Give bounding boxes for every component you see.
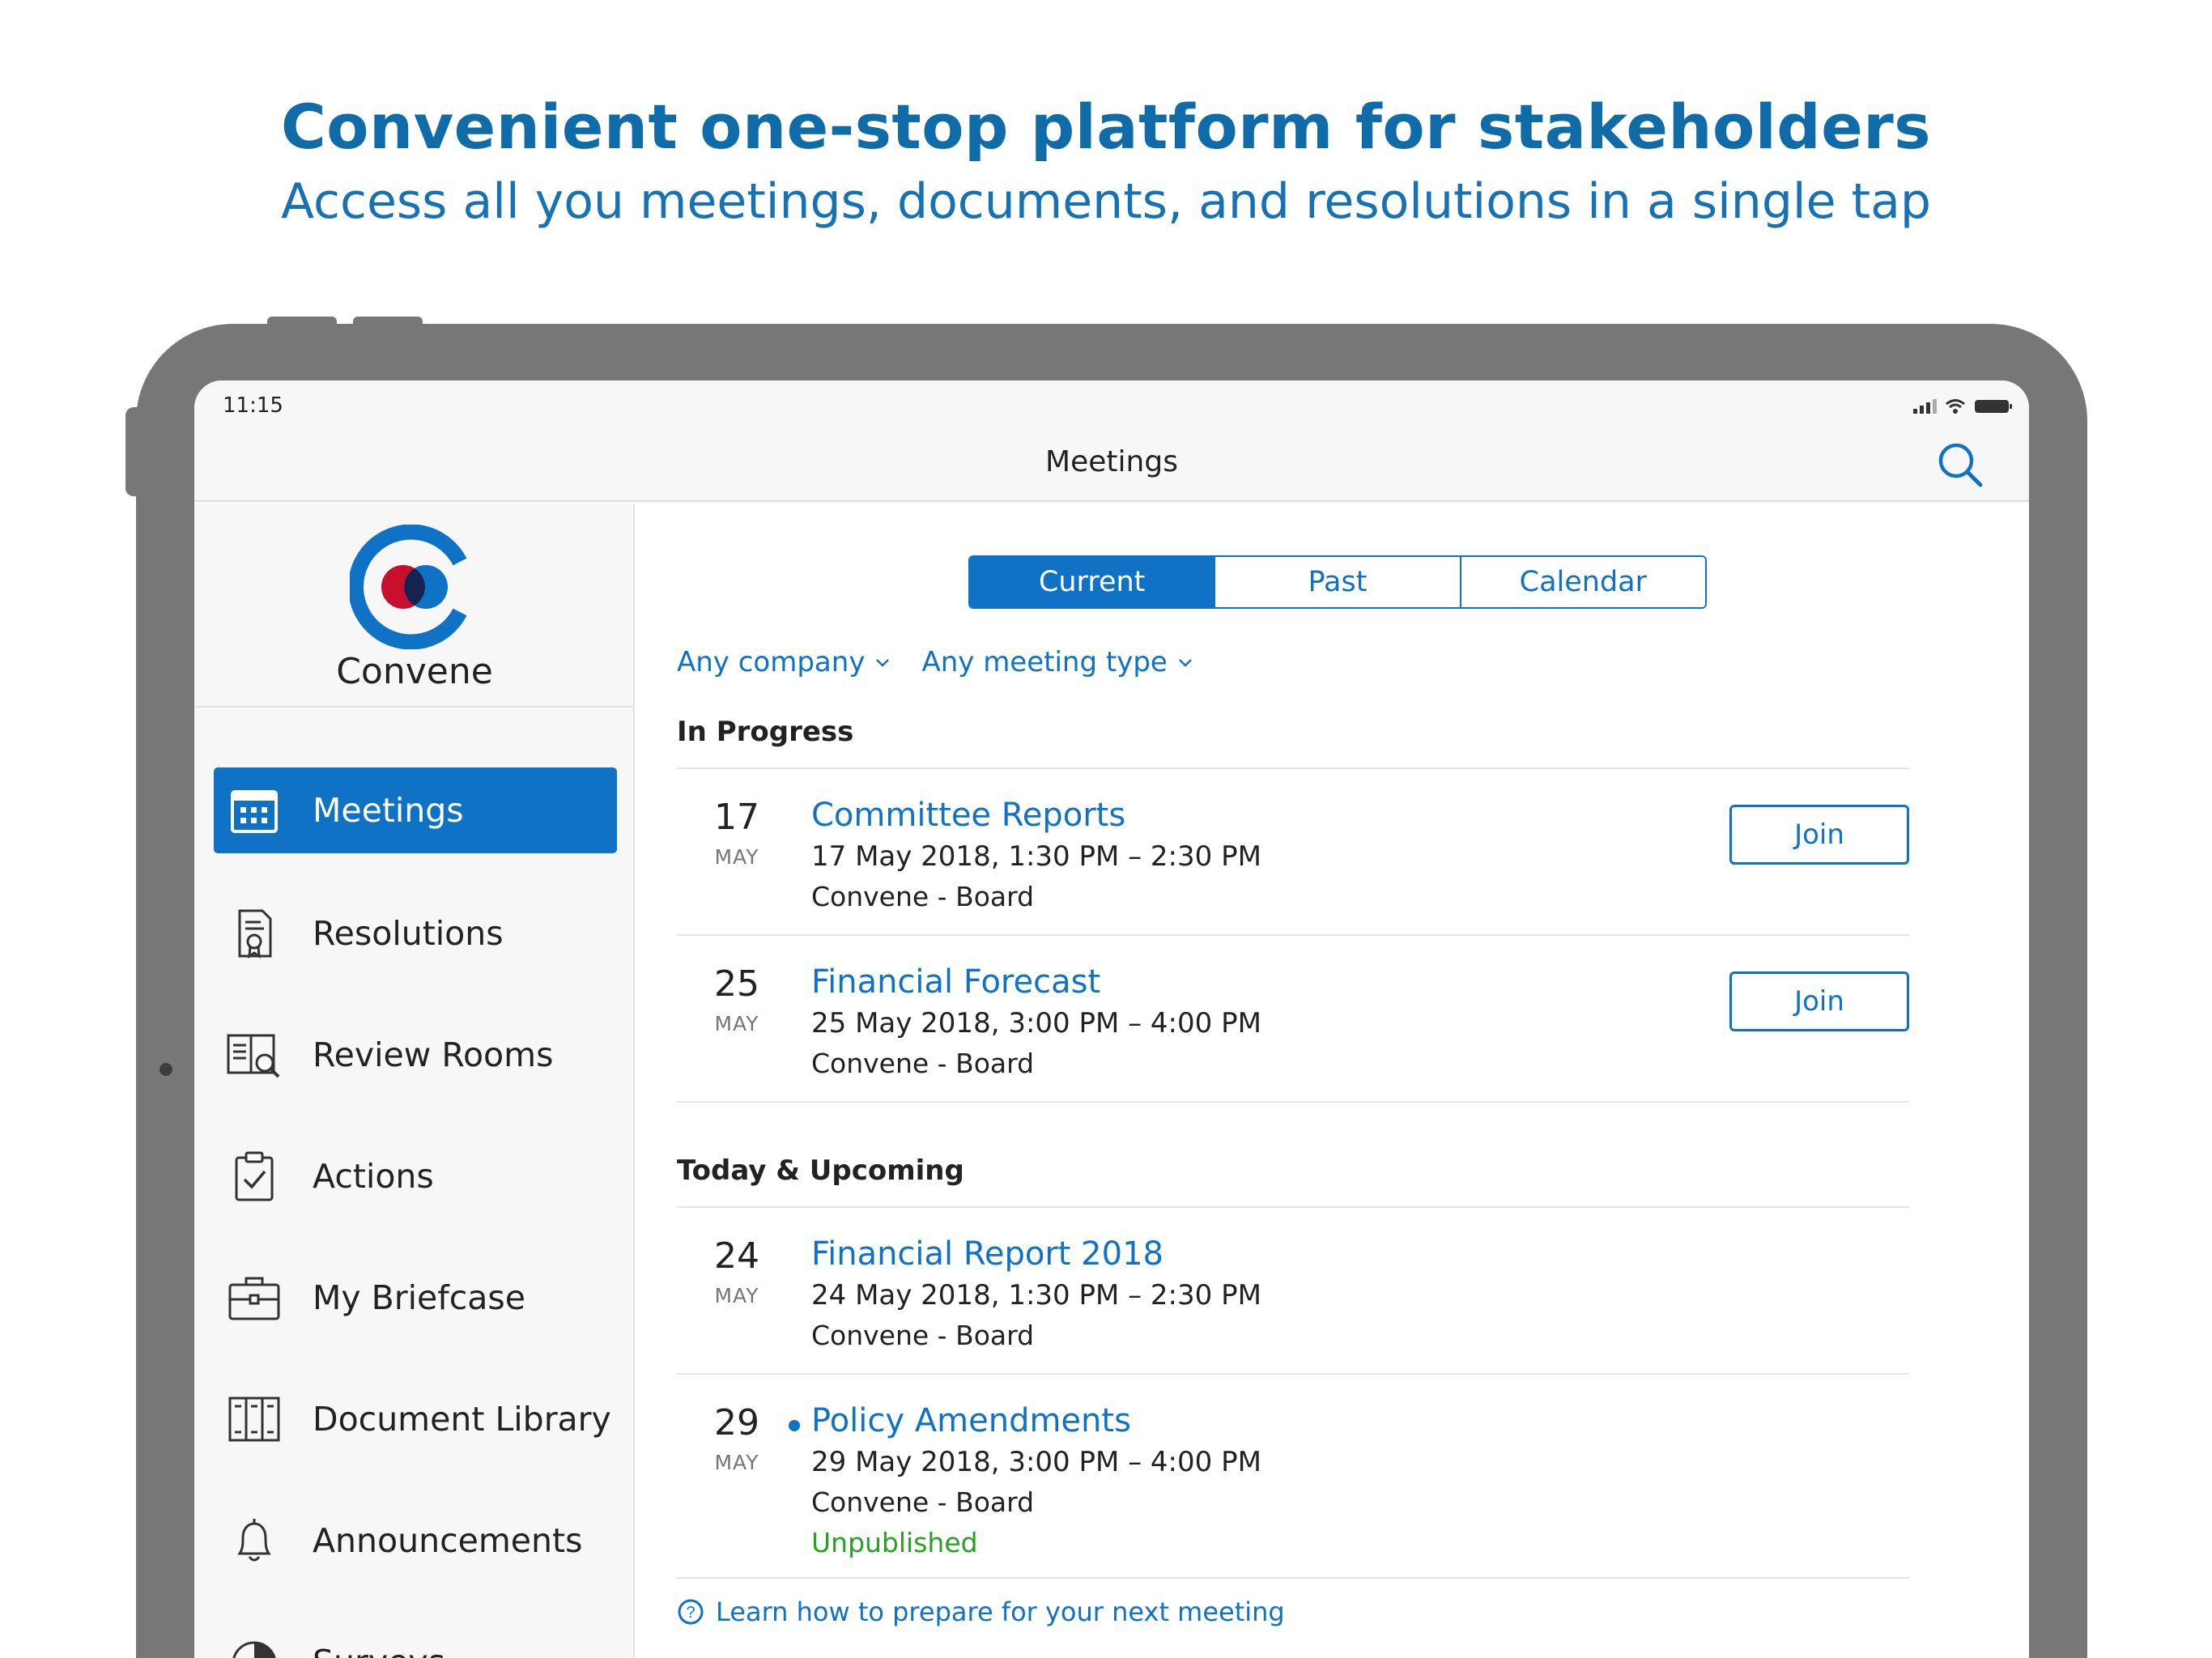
meeting-organization: Convene - Board	[811, 881, 1035, 912]
meeting-time: 17 May 2018, 1:30 PM – 2:30 PM	[811, 840, 1261, 873]
sidebar-item-review-rooms[interactable]: Review Rooms	[214, 1012, 617, 1098]
segment-past[interactable]: Past	[1215, 557, 1461, 607]
divider	[677, 767, 1909, 769]
sidebar-item-label: Actions	[313, 1157, 434, 1196]
meeting-status: Unpublished	[811, 1527, 978, 1558]
wifi-icon	[1946, 399, 1965, 414]
divider	[677, 1577, 1909, 1579]
meeting-day: 24	[714, 1235, 759, 1277]
sidebar-item-label: My Briefcase	[313, 1278, 525, 1317]
sidebar-item-label: Review Rooms	[313, 1035, 554, 1074]
meeting-month: MAY	[714, 1012, 759, 1035]
briefcase-icon	[225, 1269, 283, 1327]
company-filter-label: Any company	[677, 646, 866, 678]
meeting-time: 29 May 2018, 3:00 PM – 4:00 PM	[811, 1446, 1261, 1478]
meeting-month: MAY	[714, 1284, 759, 1307]
meeting-row[interactable]: 17 MAY Committee Reports 17 May 2018, 1:…	[677, 797, 1909, 934]
calendar-icon	[225, 781, 283, 840]
meeting-day: 29	[714, 1402, 759, 1443]
camera-dot	[160, 1063, 172, 1076]
meeting-row[interactable]: 29 MAY Policy Amendments 29 May 2018, 3:…	[677, 1402, 1909, 1572]
divider	[677, 1101, 1909, 1103]
search-icon[interactable]	[1936, 440, 1984, 489]
page-title: Meetings	[1045, 445, 1178, 478]
section-heading-in-progress: In Progress	[677, 716, 854, 748]
meeting-type-filter-label: Any meeting type	[921, 646, 1168, 678]
meeting-organization: Convene - Board	[811, 1048, 1035, 1079]
sidebar-item-label: Resolutions	[313, 914, 504, 953]
sidebar-item-label: Document Library	[313, 1400, 611, 1439]
meeting-title[interactable]: Financial Report 2018	[811, 1235, 1163, 1273]
section-heading-today-upcoming: Today & Upcoming	[677, 1154, 964, 1187]
hero-subtitle: Access all you meetings, documents, and …	[281, 173, 1931, 230]
battery-icon	[1975, 400, 2012, 413]
sidebar-item-label: Surveys	[313, 1643, 445, 1658]
join-button[interactable]: Join	[1729, 971, 1909, 1031]
sidebar-item-document-library[interactable]: Document Library	[214, 1376, 617, 1462]
meeting-day: 25	[714, 963, 759, 1005]
convene-logo	[350, 525, 467, 649]
bell-icon	[225, 1511, 283, 1570]
segment-calendar[interactable]: Calendar	[1461, 557, 1705, 607]
divider	[677, 1206, 1909, 1208]
filter-row: Any company Any meeting type	[677, 646, 1193, 678]
join-button[interactable]: Join	[1729, 805, 1909, 865]
unread-indicator-dot	[789, 1420, 800, 1431]
cellular-signal-icon	[1913, 399, 1937, 414]
sidebar: Convene Meetings Resolutions Review Room…	[194, 504, 635, 1658]
app-screen: 11:15 Meetings Convene Meetings Resoluti…	[194, 380, 2029, 1658]
sidebar-item-resolutions[interactable]: Resolutions	[214, 891, 617, 976]
meeting-day: 17	[714, 797, 759, 838]
meetings-panel: Current Past Calendar Any company Any me…	[636, 504, 2029, 1658]
status-icons	[1913, 398, 2013, 414]
meeting-title[interactable]: Financial Forecast	[811, 963, 1100, 1001]
meeting-time: 24 May 2018, 1:30 PM – 2:30 PM	[811, 1279, 1261, 1312]
meeting-title[interactable]: Policy Amendments	[811, 1402, 1131, 1439]
meeting-type-filter-dropdown[interactable]: Any meeting type	[921, 646, 1193, 678]
sidebar-item-meetings[interactable]: Meetings	[214, 767, 617, 853]
sidebar-item-actions[interactable]: Actions	[214, 1133, 617, 1219]
pie-chart-icon	[225, 1633, 283, 1658]
status-time: 11:15	[223, 393, 283, 418]
sidebar-divider	[194, 706, 635, 708]
sidebar-item-my-briefcase[interactable]: My Briefcase	[214, 1255, 617, 1341]
chevron-down-icon	[1178, 659, 1192, 667]
hero-title: Convenient one-stop platform for stakeho…	[281, 91, 1931, 163]
resolution-document-icon	[225, 904, 283, 963]
chevron-down-icon	[876, 659, 890, 667]
meeting-time: 25 May 2018, 3:00 PM – 4:00 PM	[811, 1007, 1261, 1039]
divider	[677, 1373, 1909, 1375]
sidebar-item-label: Announcements	[313, 1521, 583, 1560]
navigation-bar: 11:15 Meetings	[194, 380, 2029, 502]
help-link-text: Learn how to prepare for your next meeti…	[716, 1596, 1285, 1627]
meeting-month: MAY	[714, 1451, 759, 1474]
brand-name: Convene	[336, 651, 493, 692]
sidebar-item-surveys[interactable]: Surveys	[214, 1619, 617, 1658]
svg-text:?: ?	[686, 1604, 695, 1622]
meeting-organization: Convene - Board	[811, 1320, 1035, 1351]
segment-current[interactable]: Current	[970, 557, 1216, 607]
meeting-title[interactable]: Committee Reports	[811, 797, 1125, 834]
clipboard-check-icon	[225, 1147, 283, 1205]
sidebar-item-label: Meetings	[313, 791, 464, 830]
binders-icon	[225, 1390, 283, 1448]
review-rooms-icon	[225, 1026, 283, 1084]
sidebar-item-announcements[interactable]: Announcements	[214, 1498, 617, 1584]
divider	[677, 934, 1909, 936]
company-filter-dropdown[interactable]: Any company	[677, 646, 891, 678]
meeting-month: MAY	[714, 845, 759, 869]
help-link[interactable]: ? Learn how to prepare for your next mee…	[677, 1596, 1285, 1627]
meeting-organization: Convene - Board	[811, 1486, 1035, 1518]
help-circle-icon: ?	[678, 1599, 704, 1625]
meeting-filter-segmented-control: Current Past Calendar	[968, 555, 1707, 609]
meeting-row[interactable]: 24 MAY Financial Report 2018 24 May 2018…	[677, 1235, 1909, 1373]
meeting-row[interactable]: 25 MAY Financial Forecast 25 May 2018, 3…	[677, 963, 1909, 1101]
